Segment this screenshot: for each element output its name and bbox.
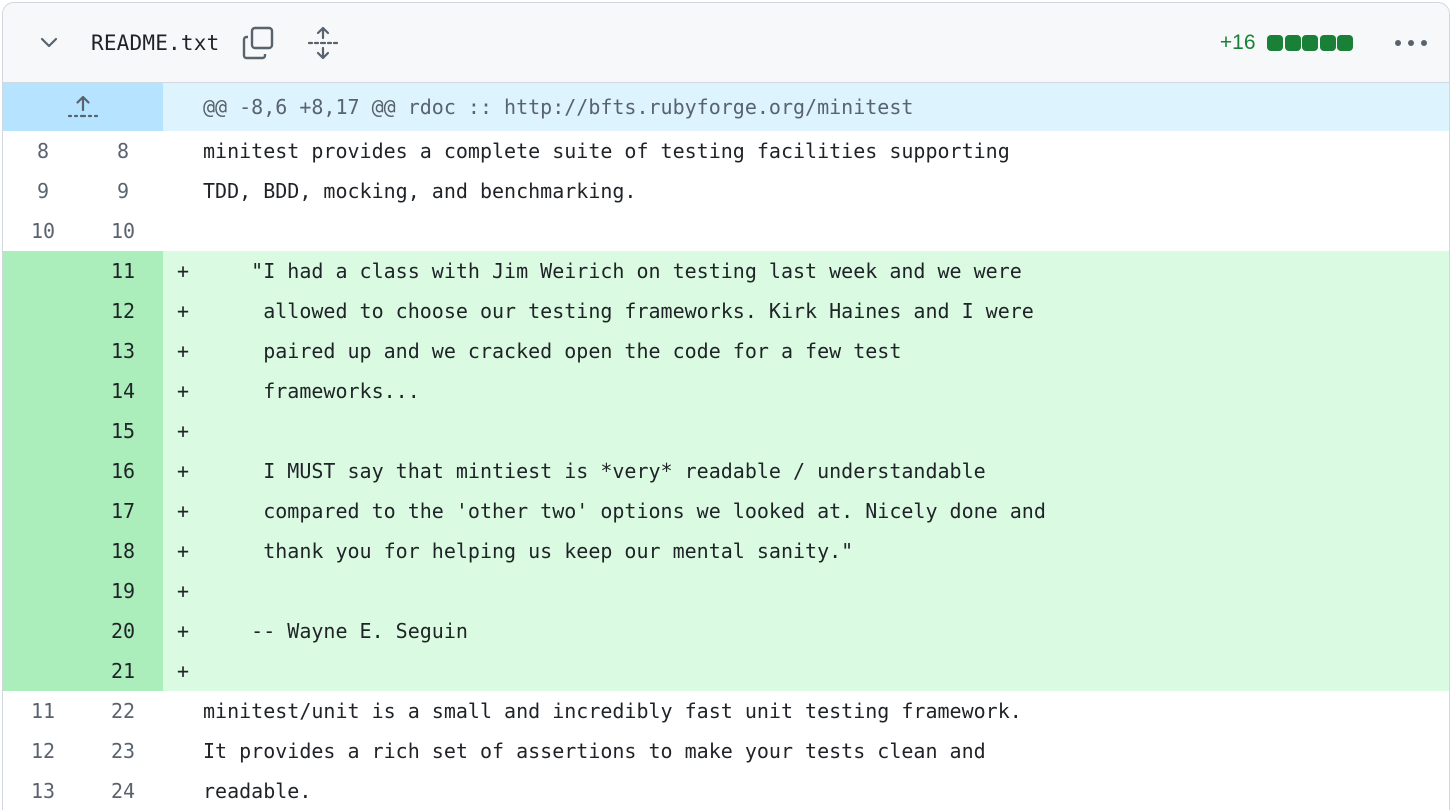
added-line-row: 15 + — [3, 411, 1449, 451]
diffstat-block — [1284, 35, 1301, 51]
more-options-button[interactable] — [1391, 23, 1431, 63]
kebab-horizontal-icon — [1395, 40, 1427, 46]
added-line-row: 17 + compared to the 'other two' options … — [3, 491, 1449, 531]
diff-marker: + — [176, 539, 190, 563]
diff-marker: + — [176, 339, 190, 363]
code-line: paired up and we cracked open the code f… — [203, 339, 902, 363]
additions-count: +16 — [1219, 31, 1256, 54]
copy-path-button[interactable] — [239, 23, 279, 63]
code-line: "I had a class with Jim Weirich on testi… — [203, 259, 1022, 283]
new-line-number[interactable]: 21 — [83, 651, 163, 691]
diff-marker: + — [176, 579, 190, 603]
new-line-number[interactable]: 14 — [83, 371, 163, 411]
old-line-number[interactable]: 11 — [3, 691, 83, 731]
old-line-number[interactable]: 9 — [3, 171, 83, 211]
diff-file: README.txt +16 @@ -8,6 +8,17 @@ rdoc:: … — [2, 2, 1450, 810]
new-line-number[interactable]: 22 — [83, 691, 163, 731]
context-line-row: 10 10 — [3, 211, 1449, 251]
old-line-number[interactable]: 12 — [3, 731, 83, 771]
diffstat-block — [1319, 35, 1336, 51]
diff-marker: + — [176, 379, 190, 403]
added-line-row: 14 + frameworks... — [3, 371, 1449, 411]
new-line-number[interactable]: 18 — [83, 531, 163, 571]
diffstat-block — [1267, 35, 1283, 51]
collapse-file-button[interactable] — [29, 23, 69, 63]
new-line-number[interactable]: 15 — [83, 411, 163, 451]
added-line-row: 11 + "I had a class with Jim Weirich on t… — [3, 251, 1449, 291]
copy-icon — [243, 26, 274, 59]
hunk-header-text: @@ -8,6 +8,17 @@ rdoc :: http://bfts.rub… — [203, 95, 914, 119]
context-line-row: 8 8 minitest provides a complete suite of … — [3, 131, 1449, 171]
old-line-number[interactable] — [3, 451, 83, 491]
file-header: README.txt +16 — [3, 3, 1449, 83]
diffstat-block — [1302, 35, 1318, 51]
added-line-row: 20 + -- Wayne E. Seguin — [3, 611, 1449, 651]
diff-table: @@ -8,6 +8,17 @@ rdoc :: http://bfts.rub… — [3, 83, 1449, 810]
new-line-number[interactable]: 20 — [83, 611, 163, 651]
code-line: -- Wayne E. Seguin — [203, 619, 468, 643]
code-line: readable. — [203, 779, 312, 803]
old-line-number[interactable] — [3, 491, 83, 531]
new-line-number[interactable]: 13 — [83, 331, 163, 371]
old-line-number[interactable]: 13 — [3, 771, 83, 810]
old-line-number[interactable] — [3, 611, 83, 651]
diff-lines: 8 8 minitest provides a complete suite of … — [3, 131, 1449, 810]
code-line: frameworks... — [203, 379, 420, 403]
diff-marker: + — [176, 659, 190, 683]
old-line-number[interactable] — [3, 251, 83, 291]
old-line-number[interactable]: 10 — [3, 211, 83, 251]
code-line: compared to the 'other two' options we l… — [203, 499, 1046, 523]
code-line: I MUST say that mintiest is *very* reada… — [203, 459, 986, 483]
code-line: minitest/unit is a small and incredibly … — [203, 699, 1022, 723]
new-line-number[interactable]: 24 — [83, 771, 163, 810]
expand-all-button[interactable] — [303, 23, 343, 63]
new-line-number[interactable]: 8 — [83, 131, 163, 171]
diff-marker: + — [176, 619, 190, 643]
diff-marker: + — [176, 499, 190, 523]
context-line-row: 13 24 readable. — [3, 771, 1449, 810]
context-line-row: 11 22 minitest/unit is a small and incredi… — [3, 691, 1449, 731]
code-line: allowed to choose our testing frameworks… — [203, 299, 1034, 323]
new-line-number[interactable]: 19 — [83, 571, 163, 611]
diff-marker: + — [176, 459, 190, 483]
old-line-number[interactable] — [3, 291, 83, 331]
old-line-number[interactable]: 8 — [3, 131, 83, 171]
added-line-row: 13 + paired up and we cracked open the co… — [3, 331, 1449, 371]
new-line-number[interactable]: 17 — [83, 491, 163, 531]
old-line-number[interactable] — [3, 571, 83, 611]
old-line-number[interactable] — [3, 651, 83, 691]
chevron-down-icon — [40, 37, 58, 47]
added-line-row: 19 + — [3, 571, 1449, 611]
new-line-number[interactable]: 11 — [83, 251, 163, 291]
old-line-number[interactable] — [3, 371, 83, 411]
expand-up-button[interactable] — [3, 83, 163, 131]
new-line-number[interactable]: 12 — [83, 291, 163, 331]
code-line: minitest provides a complete suite of te… — [203, 139, 1010, 163]
new-line-number[interactable]: 23 — [83, 731, 163, 771]
hunk-header-row: @@ -8,6 +8,17 @@ rdoc :: http://bfts.rub… — [3, 83, 1449, 131]
code-line: It provides a rich set of assertions to … — [203, 739, 986, 763]
context-line-row: 9 9 TDD, BDD, mocking, and benchmarking. — [3, 171, 1449, 211]
diff-marker: + — [176, 259, 190, 283]
added-line-row: 12 + allowed to choose our testing framew… — [3, 291, 1449, 331]
old-line-number[interactable] — [3, 331, 83, 371]
added-line-row: 18 + thank you for helping us keep our me… — [3, 531, 1449, 571]
new-line-number[interactable]: 9 — [83, 171, 163, 211]
diff-stats: +16 — [1220, 3, 1353, 83]
unfold-icon — [308, 26, 339, 59]
code-line: TDD, BDD, mocking, and benchmarking. — [203, 179, 637, 203]
fold-up-icon — [67, 95, 99, 118]
diffstat-block — [1337, 35, 1353, 51]
code-line: thank you for helping us keep our mental… — [203, 539, 854, 563]
new-line-number[interactable]: 16 — [83, 451, 163, 491]
old-line-number[interactable] — [3, 411, 83, 451]
context-line-row: 12 23 It provides a rich set of assertions… — [3, 731, 1449, 771]
old-line-number[interactable] — [3, 531, 83, 571]
new-line-number[interactable]: 10 — [83, 211, 163, 251]
added-line-row: 16 + I MUST say that mintiest is *very* r… — [3, 451, 1449, 491]
added-line-row: 21 + — [3, 651, 1449, 691]
diff-marker: + — [176, 419, 190, 443]
file-name[interactable]: README.txt — [91, 31, 219, 55]
diff-marker: + — [176, 299, 190, 323]
